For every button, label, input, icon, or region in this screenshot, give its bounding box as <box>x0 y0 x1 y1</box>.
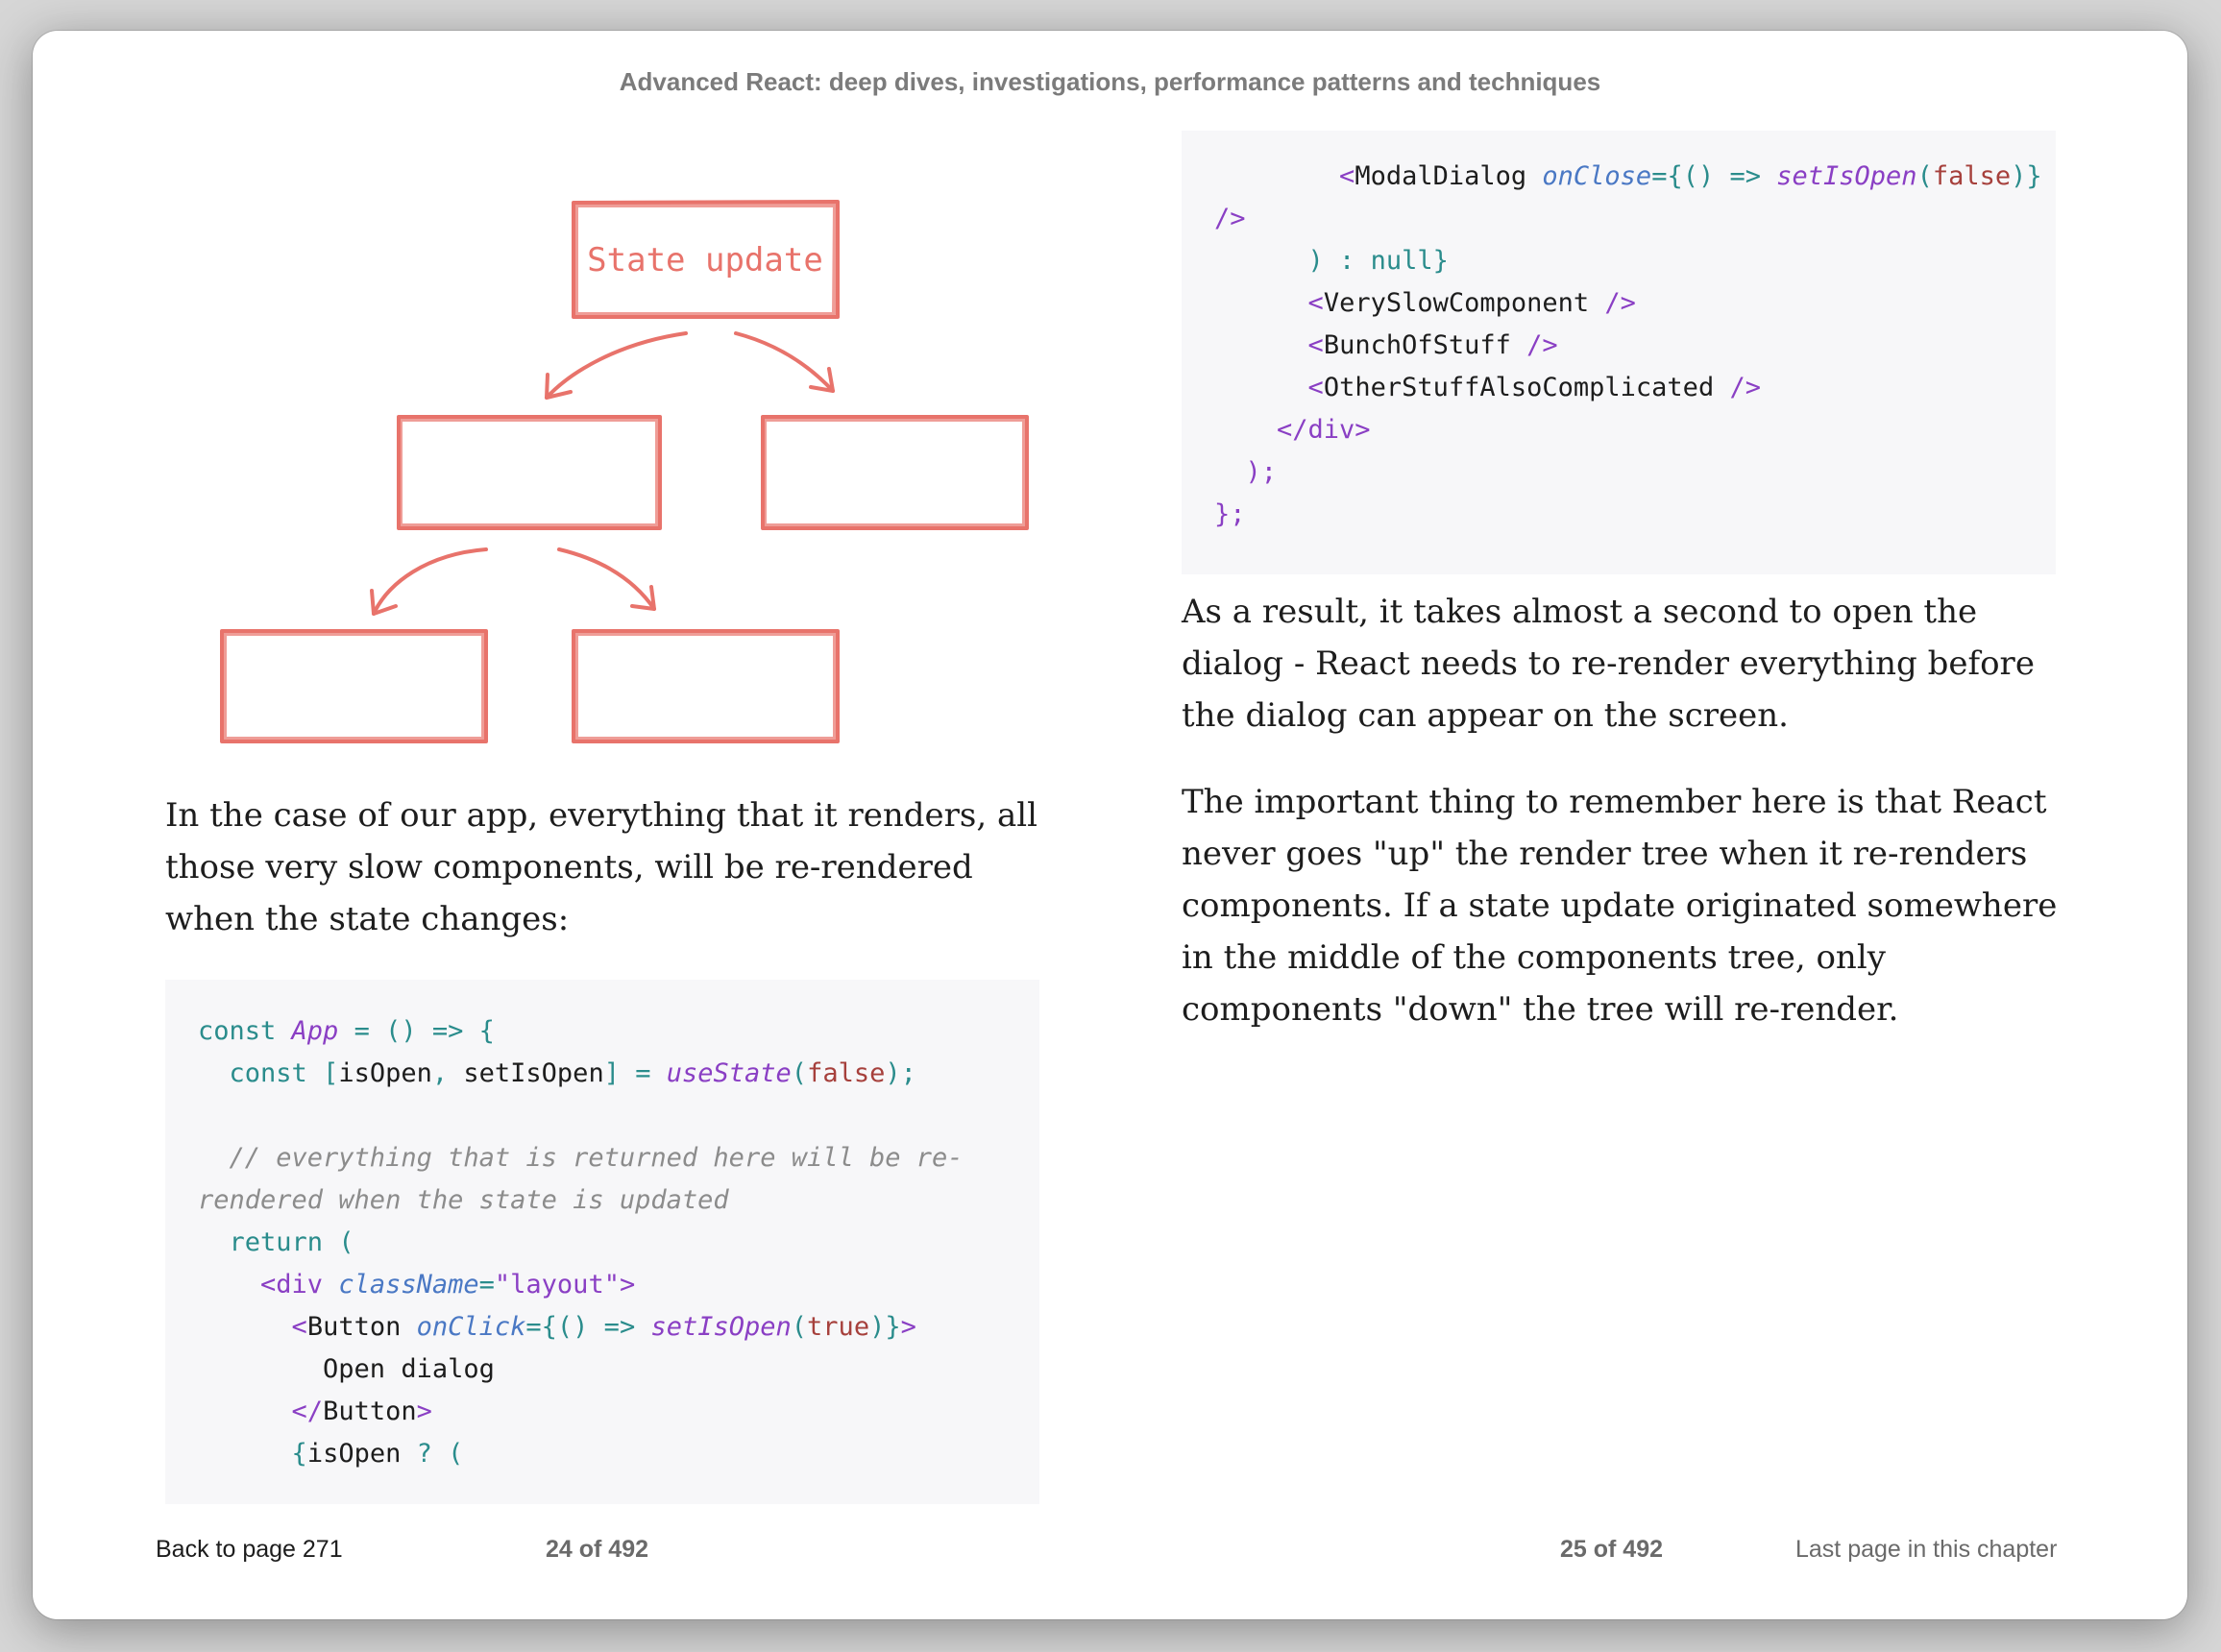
left-paragraph: In the case of our app, everything that … <box>165 796 1037 938</box>
code-line: const [isOpen, setIsOpen] = useState(fal… <box>229 1058 916 1088</box>
code-line: }; <box>1214 499 1246 529</box>
book-title: Advanced React: deep dives, investigatio… <box>619 67 1601 96</box>
code-line: ); <box>1245 457 1278 487</box>
right-paragraph-1: As a result, it takes almost a second to… <box>1182 593 2035 735</box>
code-line: <VerySlowComponent /> <box>1307 288 1636 318</box>
child-box-right <box>761 415 1029 530</box>
code-line: /> <box>1214 204 1246 233</box>
chapter-end-note: Last page in this chapter <box>1795 1536 2058 1563</box>
grandchild-box-left <box>220 629 488 743</box>
code-line: return ( <box>229 1227 354 1257</box>
code-comment-line: rendered when the state is updated <box>198 1185 729 1215</box>
code-token: = () => { <box>354 1016 495 1046</box>
arrow-mid-left <box>372 547 488 616</box>
code-line: const App = () => { <box>198 1010 1039 1053</box>
code-token: const <box>198 1016 277 1046</box>
code-line: <BunchOfStuff /> <box>1307 330 1558 360</box>
code-line: {isOpen ? ( <box>291 1439 464 1469</box>
code-comment-line: // everything that is returned here will… <box>198 1143 964 1173</box>
code-line: <Button onClick={() => setIsOpen(true)}> <box>291 1312 916 1342</box>
back-to-page-link[interactable]: Back to page 271 <box>156 1536 343 1564</box>
code-line: <ModalDialog onClose={() => setIsOpen(fa… <box>1339 161 2042 191</box>
arrow-root-left <box>545 331 688 400</box>
code-token: App <box>291 1016 339 1046</box>
render-tree-illustration: State update <box>220 200 1029 743</box>
child-box-left <box>397 415 662 530</box>
grandchild-box-right <box>572 629 840 743</box>
code-line: </Button> <box>291 1397 432 1426</box>
code-token: const <box>229 1058 307 1088</box>
right-paragraph-2: The important thing to remember here is … <box>1182 783 2058 1029</box>
code-line: ) : null} <box>1307 246 1449 276</box>
code-line: <OtherStuffAlsoComplicated /> <box>1307 373 1761 402</box>
left-page-number: 24 of 492 <box>546 1536 649 1563</box>
arrow-mid-right <box>557 547 656 611</box>
arrow-root-right <box>734 331 835 393</box>
code-line: </div> <box>1277 415 1371 445</box>
code-block-left: const App = () => { const [isOpen, setIs… <box>165 980 1039 1504</box>
book-reader-window: Advanced React: deep dives, investigatio… <box>33 31 2187 1619</box>
code-token: useState <box>666 1058 792 1088</box>
diagram-root-label: State update <box>587 241 823 279</box>
code-line: Open dialog <box>198 1354 495 1384</box>
right-page-number: 25 of 492 <box>1560 1536 1664 1563</box>
state-update-diagram: State update <box>177 146 1041 761</box>
code-line: <div className="layout"> <box>260 1270 636 1300</box>
code-block-right: <ModalDialog onClose={() => setIsOpen(fa… <box>1182 131 2056 574</box>
